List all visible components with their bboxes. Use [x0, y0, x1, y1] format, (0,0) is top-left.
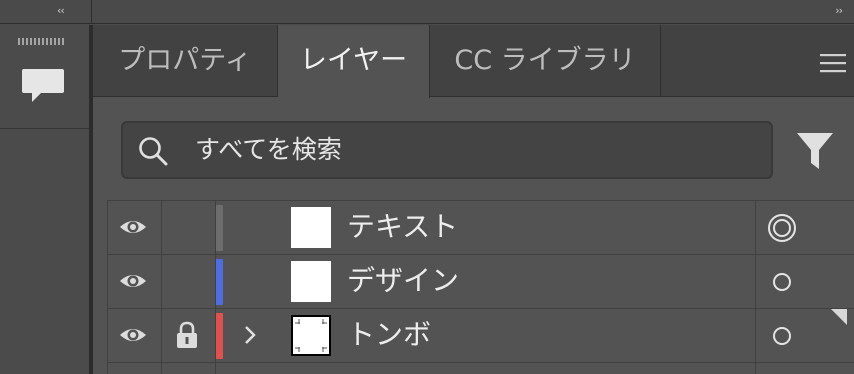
column-divider — [161, 200, 162, 374]
layers-panel: プロパティ レイヤー CC ライブラリ すべてを検索 テキスト デザイン トンボ — [93, 25, 854, 374]
collapse-right-button[interactable]: ›› — [835, 4, 843, 17]
target-icon[interactable] — [771, 271, 793, 293]
eye-icon[interactable] — [118, 322, 148, 348]
layer-name[interactable]: トンボ — [347, 309, 431, 361]
strip-divider — [91, 0, 92, 24]
layer-thumbnail — [291, 261, 331, 302]
drag-grip[interactable] — [18, 38, 66, 45]
layer-name[interactable]: デザイン — [347, 255, 459, 307]
column-divider — [755, 200, 756, 374]
layer-thumbnail — [291, 315, 331, 356]
eye-icon[interactable] — [118, 268, 148, 294]
target-icon[interactable] — [771, 325, 793, 347]
hamburger-menu-icon[interactable] — [820, 53, 846, 73]
eye-icon[interactable] — [118, 214, 148, 240]
layer-color-bar — [215, 259, 223, 305]
toolbar-separator — [0, 128, 89, 129]
layer-row[interactable]: トンボ — [107, 308, 854, 362]
layer-list-bottom — [107, 362, 854, 374]
speech-bubble-icon[interactable] — [21, 65, 65, 109]
left-toolbar — [0, 25, 89, 374]
layer-color-bar — [215, 205, 223, 251]
selection-corner-flag — [831, 309, 847, 325]
column-divider — [215, 200, 216, 374]
layer-name[interactable]: テキスト — [347, 201, 458, 253]
layer-list: テキスト デザイン トンボ — [107, 200, 854, 374]
chevron-right-icon[interactable] — [241, 323, 259, 347]
search-placeholder: すべてを検索 — [195, 135, 342, 164]
crop-marks-icon — [295, 319, 327, 352]
filter-icon[interactable] — [796, 131, 834, 171]
layer-thumbnail — [291, 207, 331, 248]
layer-color-bar — [215, 313, 223, 359]
column-divider — [107, 200, 108, 374]
search-icon — [139, 137, 168, 166]
tab-cc-libraries[interactable]: CC ライブラリ — [430, 25, 661, 97]
top-strip: ‹‹ ›› — [0, 0, 854, 24]
tab-properties[interactable]: プロパティ — [93, 25, 278, 97]
tab-layers[interactable]: レイヤー — [278, 25, 430, 98]
search-input[interactable]: すべてを検索 — [121, 121, 773, 179]
tab-bar: プロパティ レイヤー CC ライブラリ — [93, 25, 854, 98]
lock-icon[interactable] — [175, 321, 199, 349]
layer-row[interactable]: テキスト — [107, 200, 854, 254]
collapse-left-button[interactable]: ‹‹ — [57, 4, 65, 17]
target-icon[interactable] — [767, 213, 797, 243]
layer-row[interactable]: デザイン — [107, 254, 854, 308]
